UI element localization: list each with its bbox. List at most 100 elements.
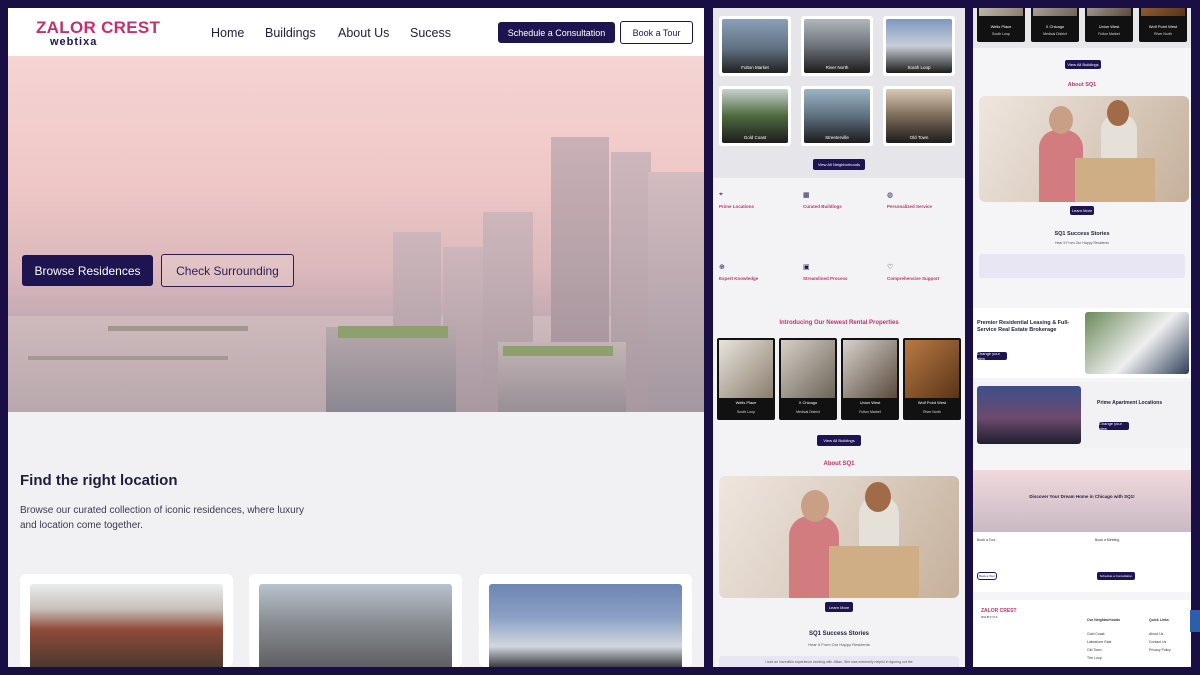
property-card[interactable]: Union West Fulton Market — [1085, 8, 1133, 42]
property-card[interactable]: Wolf Point West River North — [1139, 8, 1187, 42]
footer-link[interactable]: About Us — [1149, 630, 1171, 638]
leasing-title: Premier Residential Leasing & Full-Servi… — [977, 320, 1070, 333]
neighborhood-tile[interactable]: River North — [801, 16, 873, 76]
location-card[interactable] — [249, 574, 462, 667]
footer-col2-list: About Us Contact Us Privacy Policy — [1149, 630, 1171, 654]
view-buildings-button[interactable]: View All Buildings — [817, 435, 861, 446]
leasing-button[interactable]: Change your view — [977, 351, 1007, 361]
person-head — [865, 482, 891, 512]
property-card[interactable]: Union West Fulton Market — [841, 338, 899, 420]
city-night-photo — [977, 386, 1081, 444]
footer-col1-list: Gold Coast Lakeshore East Old Town The L… — [1087, 630, 1111, 662]
feature-title: Prime Locations — [719, 204, 755, 209]
book-meeting-label: Book a Meeting — [1095, 538, 1120, 542]
feature-prime-locations: ⌖ Prime Locations — [719, 191, 793, 209]
book-tour-button[interactable]: Book a Tour — [620, 21, 693, 44]
view-neighborhoods-button[interactable]: View All Neighborhoods — [813, 159, 865, 170]
property-card[interactable]: X Chicago Medical District — [779, 338, 837, 420]
footer-link[interactable]: Lakeshore East — [1087, 638, 1111, 646]
location-card[interactable] — [479, 574, 692, 667]
about-photo — [979, 96, 1189, 202]
booking-section: Book a Tour Book a Meeting Book a Tour S… — [973, 532, 1191, 592]
person-head — [1049, 106, 1073, 134]
nav-about[interactable]: About Us — [338, 26, 389, 40]
side-tab[interactable] — [1190, 610, 1200, 632]
footer-link[interactable]: Privacy Policy — [1149, 646, 1171, 654]
property-name: Wolf Point West — [1148, 24, 1178, 29]
property-location: River North — [923, 410, 941, 414]
property-photo — [719, 340, 773, 398]
prime-locations-section: Prime Apartment Locations Change your vi… — [973, 382, 1191, 448]
neighborhood-tile[interactable]: South Loop — [883, 16, 955, 76]
shoreline — [28, 356, 228, 360]
location-photo — [259, 584, 452, 667]
section-title: Find the right location — [20, 472, 178, 489]
neighborhood-tile[interactable]: Streeterville — [801, 86, 873, 146]
property-photo — [905, 340, 959, 398]
location-card[interactable] — [20, 574, 233, 667]
neighborhood-name: Fulton Market — [741, 65, 769, 70]
stories-title: SQ1 Success Stories — [808, 631, 870, 637]
schedule-small-button[interactable]: Schedule a Consultation — [1097, 572, 1135, 580]
process-icon: ▣ — [803, 264, 810, 271]
location-photo — [30, 584, 223, 667]
footer-link[interactable]: Old Town — [1087, 646, 1111, 654]
about-photo — [719, 476, 959, 598]
property-photo — [781, 340, 835, 398]
stories-subtitle: Hear It From Our Happy Residents — [1054, 241, 1110, 245]
neighborhood-name: Streeterville — [825, 135, 849, 140]
schedule-consultation-button[interactable]: Schedule a Consultation — [498, 22, 615, 43]
heart-icon: ♡ — [887, 264, 894, 271]
logo-title[interactable]: ZALOR CREST — [36, 18, 160, 38]
property-location: Medical District — [1043, 32, 1067, 36]
neighborhood-name: Old Town — [909, 135, 929, 140]
neighborhood-tile[interactable]: Fulton Market — [719, 16, 791, 76]
property-name: Wolf Point West — [917, 400, 947, 405]
prime-button[interactable]: Change your view — [1099, 421, 1129, 431]
property-photo — [1087, 8, 1131, 16]
property-card[interactable]: X Chicago Medical District — [1031, 8, 1079, 42]
property-location: South Loop — [992, 32, 1010, 36]
footer-link[interactable]: Contact Us — [1149, 638, 1171, 646]
main-page-preview: ZALOR CREST webtixa Home Buildings About… — [8, 8, 704, 667]
browse-residences-button[interactable]: Browse Residences — [22, 255, 153, 286]
property-card[interactable]: Wells Place South Loop — [977, 8, 1025, 42]
globe-icon: ⊕ — [719, 264, 725, 271]
footer-link[interactable]: Gold Coast — [1087, 630, 1111, 638]
property-card[interactable]: Wells Place South Loop — [717, 338, 775, 420]
property-location: Fulton Market — [859, 410, 881, 414]
testimonial-text: I had an incredible experience working w… — [765, 660, 913, 664]
book-tour-label: Book a Tour — [977, 538, 996, 542]
footer-link[interactable]: The Loop — [1087, 654, 1111, 662]
nav-home[interactable]: Home — [211, 26, 244, 40]
footer-logo-title[interactable]: ZALOR CREST — [981, 608, 1017, 614]
feature-title: Comprehensive Support — [887, 276, 940, 281]
learn-more-button[interactable]: Learn More — [1070, 206, 1094, 215]
learn-more-button[interactable]: Learn More — [825, 602, 853, 612]
about-heading: About SQ1 — [1067, 82, 1097, 88]
stories-title: SQ1 Success Stories — [1054, 231, 1110, 237]
property-name: Wells Place — [990, 24, 1012, 29]
section-description: Browse our curated collection of iconic … — [20, 505, 305, 531]
nav-buildings[interactable]: Buildings — [265, 26, 316, 40]
feature-comprehensive-support: ♡ Comprehensive Support — [887, 263, 961, 281]
property-name: Union West — [1098, 24, 1120, 29]
location-photo — [489, 584, 682, 667]
footer-col1-title: Our Neighborhoods — [1087, 618, 1121, 622]
testimonial-box — [979, 254, 1185, 278]
property-card[interactable]: Wolf Point West River North — [903, 338, 961, 420]
view-buildings-button[interactable]: View All Buildings — [1065, 60, 1101, 69]
neighborhood-name: Gold Coast — [743, 135, 767, 140]
property-photo — [843, 340, 897, 398]
neighborhood-tile[interactable]: Old Town — [883, 86, 955, 146]
bulb-icon: ◍ — [887, 192, 894, 199]
nav-success[interactable]: Sucess — [410, 26, 451, 40]
neighborhood-name: River North — [825, 65, 849, 70]
building — [648, 172, 704, 412]
feature-title: Personalized Service — [887, 204, 933, 209]
check-surrounding-button[interactable]: Check Surrounding — [161, 254, 294, 287]
footer-logo-subtitle: WEBTIXA — [981, 615, 999, 619]
book-tour-small-button[interactable]: Book a Tour — [977, 572, 997, 580]
dream-title: Discover Your Dream Home in Chicago with… — [1029, 494, 1135, 499]
neighborhood-tile[interactable]: Gold Coast — [719, 86, 791, 146]
